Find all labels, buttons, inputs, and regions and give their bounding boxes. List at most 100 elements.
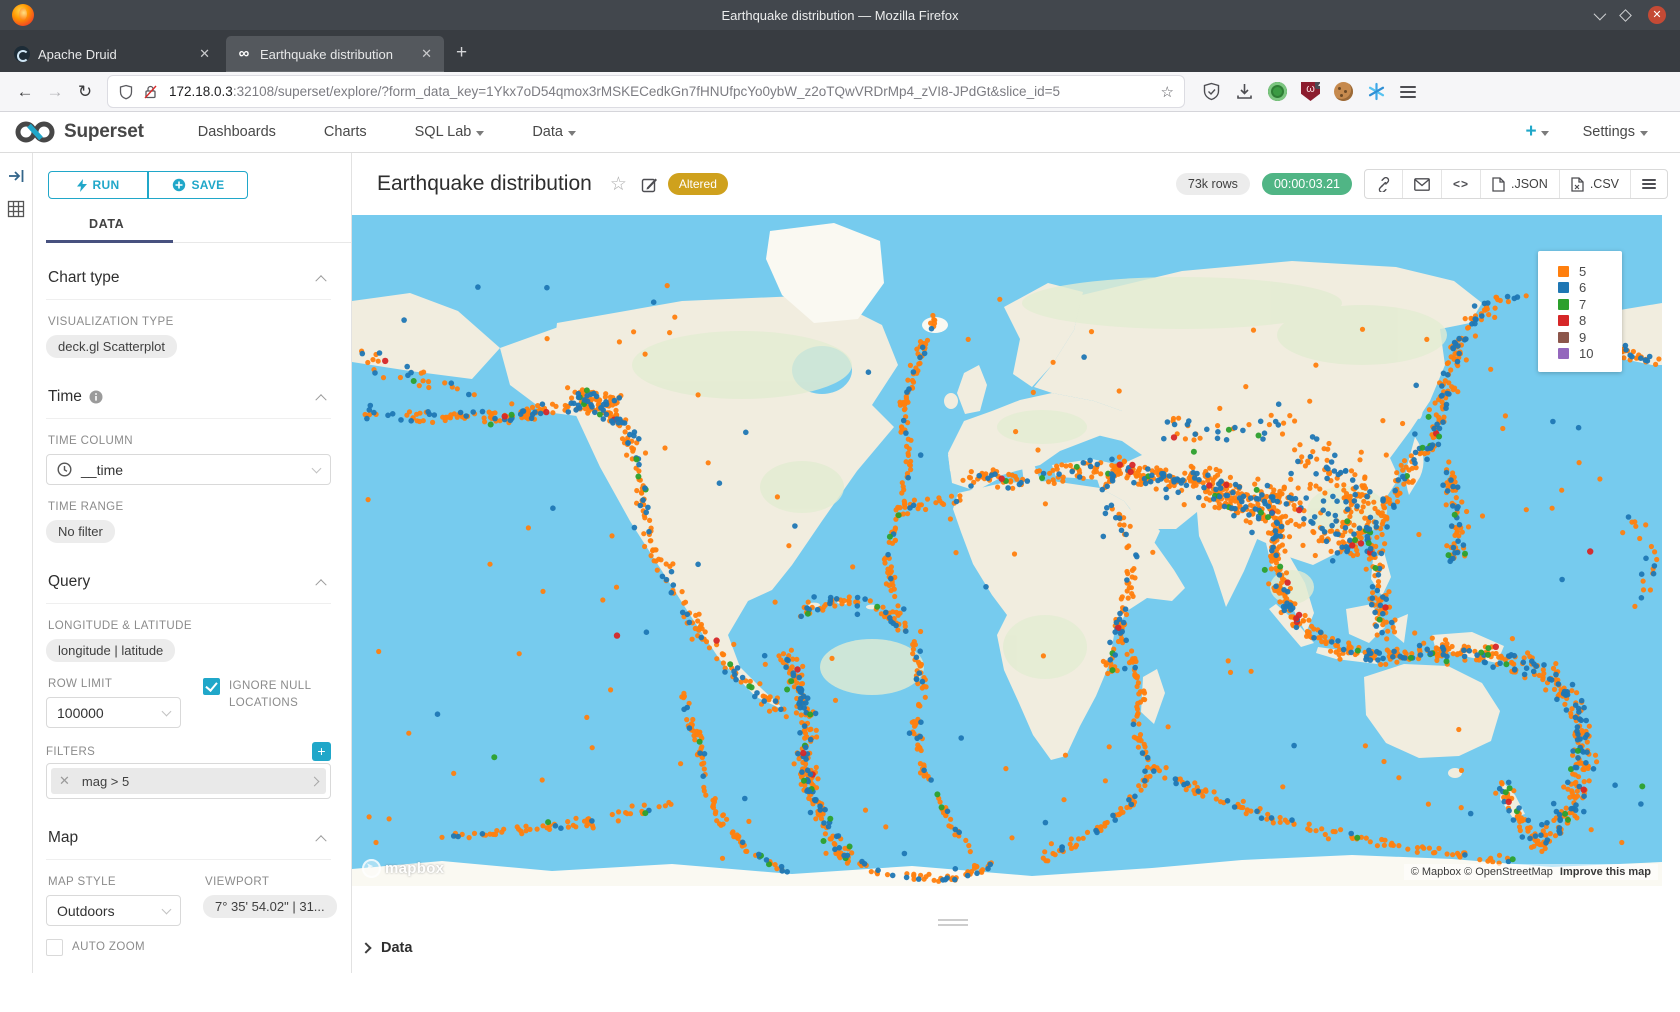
filter-value: mag > 5 — [82, 774, 129, 789]
extension-asterisk-icon[interactable] — [1367, 82, 1386, 101]
legend-color-swatch — [1558, 348, 1569, 359]
download-icon[interactable] — [1235, 82, 1254, 101]
link-icon — [1376, 177, 1391, 192]
tab-close-icon[interactable]: ✕ — [197, 46, 212, 62]
edit-icon[interactable] — [641, 176, 658, 193]
tab-earthquake-distribution[interactable]: ∞ Earthquake distribution ✕ — [226, 36, 444, 72]
time-column-value: __time — [81, 462, 123, 478]
filter-chip[interactable]: ✕ mag > 5 — [51, 768, 326, 794]
add-new-button[interactable]: + — [1525, 121, 1548, 143]
legend-row[interactable]: 7 — [1558, 296, 1614, 313]
map-attribution: © Mapbox © OpenStreetMap Improve this ma… — [1404, 864, 1658, 880]
window-titlebar: Earthquake distribution — Mozilla Firefo… — [0, 0, 1680, 30]
legend-row[interactable]: 6 — [1558, 280, 1614, 297]
legend-row[interactable]: 5 — [1558, 263, 1614, 280]
time-range-value[interactable]: No filter — [46, 520, 115, 543]
privacy-badger-icon[interactable] — [1268, 82, 1287, 101]
reload-button[interactable]: ↻ — [70, 82, 100, 102]
altered-badge[interactable]: Altered — [668, 173, 728, 195]
new-tab-button[interactable]: + — [456, 42, 467, 64]
chevron-down-icon — [162, 904, 172, 914]
tab-data[interactable]: DATA — [46, 211, 331, 237]
window-maximize-icon[interactable] — [1619, 9, 1632, 22]
nav-item-charts[interactable]: Charts — [324, 124, 367, 140]
forward-button[interactable]: → — [40, 82, 70, 102]
legend-color-swatch — [1558, 282, 1569, 293]
nav-item-data[interactable]: Data — [532, 124, 576, 140]
back-button[interactable]: ← — [10, 82, 40, 102]
chevron-down-icon — [1541, 131, 1549, 136]
legend-label: 6 — [1579, 280, 1586, 295]
brand-name: Superset — [64, 121, 144, 143]
save-button[interactable]: SAVE — [148, 171, 248, 199]
superset-logo[interactable]: Superset — [14, 120, 144, 144]
mapbox-logo[interactable]: mapbox — [362, 859, 444, 878]
menu-icon[interactable] — [1400, 91, 1416, 93]
map-style-select[interactable]: Outdoors — [46, 895, 181, 926]
improve-map-link[interactable]: Improve this map — [1560, 866, 1651, 878]
chart-control-panel: RUN SAVE DATA — [33, 153, 352, 973]
superset-infinity-icon — [14, 120, 56, 144]
tab-close-icon[interactable]: ✕ — [419, 46, 434, 62]
export-csv-button[interactable]: .CSV — [1560, 170, 1631, 198]
cookie-extension-icon[interactable] — [1334, 82, 1353, 101]
viz-type-label: VISUALIZATION TYPE — [48, 316, 331, 328]
section-header[interactable]: Time — [46, 382, 331, 419]
window-close-icon[interactable]: ✕ — [1648, 6, 1666, 24]
code-icon: <> — [1453, 177, 1469, 191]
export-json-button[interactable]: .JSON — [1481, 170, 1560, 198]
email-button[interactable] — [1403, 170, 1442, 198]
tab-apache-druid[interactable]: Apache Druid ✕ — [4, 36, 222, 72]
collapse-panel-icon[interactable] — [8, 168, 25, 184]
legend-row[interactable]: 10 — [1558, 346, 1614, 363]
viz-type-value[interactable]: deck.gl Scatterplot — [46, 335, 177, 358]
viewport-value[interactable]: 7° 35' 54.02" | 31... — [203, 895, 337, 918]
ublock-badge: 2 — [1315, 77, 1326, 89]
favorite-star-icon[interactable]: ☆ — [610, 173, 627, 196]
pocket-shield-icon[interactable] — [1202, 82, 1221, 101]
chart-menu-button[interactable] — [1631, 170, 1667, 198]
row-limit-select[interactable]: 100000 — [46, 697, 181, 728]
data-section-toggle[interactable]: Data — [352, 940, 1680, 956]
section-header[interactable]: Query — [46, 567, 331, 604]
remove-filter-icon[interactable]: ✕ — [59, 773, 70, 789]
ignore-null-checkbox[interactable] — [203, 678, 220, 695]
earthquake-scatter-layer — [352, 215, 1662, 886]
url-text[interactable]: 172.18.0.3:32108/superset/explore/?form_… — [169, 84, 1161, 99]
ublock-icon[interactable]: 2 — [1301, 82, 1320, 101]
run-button[interactable]: RUN — [48, 171, 148, 199]
legend-row[interactable]: 8 — [1558, 313, 1614, 330]
clock-icon — [57, 462, 72, 477]
nav-item-sql-lab[interactable]: SQL Lab — [415, 124, 485, 140]
deckgl-map[interactable]: 56 78910 mapbox © Mapbox © OpenStreetMap … — [352, 215, 1662, 886]
add-filter-button[interactable]: + — [312, 742, 331, 761]
nav-item-dashboards[interactable]: Dashboards — [198, 124, 276, 140]
embed-code-button[interactable]: <> — [1442, 170, 1481, 198]
legend-row[interactable]: 9 — [1558, 329, 1614, 346]
lonlat-value[interactable]: longitude | latitude — [46, 639, 175, 662]
time-column-label: TIME COLUMN — [48, 435, 331, 447]
section-header[interactable]: Map — [46, 823, 331, 860]
bookmark-star-icon[interactable]: ☆ — [1161, 83, 1174, 101]
settings-menu[interactable]: Settings — [1583, 124, 1648, 140]
chevron-down-icon — [312, 463, 322, 473]
chart-title: Earthquake distribution — [377, 172, 592, 196]
dataset-grid-icon[interactable] — [7, 200, 25, 218]
insecure-lock-icon[interactable] — [143, 84, 158, 100]
legend-label: 7 — [1579, 297, 1586, 312]
superset-favicon: ∞ — [236, 46, 252, 62]
share-link-button[interactable] — [1365, 170, 1403, 198]
legend-label: 5 — [1579, 264, 1586, 279]
address-bar[interactable]: 172.18.0.3:32108/superset/explore/?form_… — [108, 76, 1184, 107]
time-column-select[interactable]: __time — [46, 454, 331, 485]
chevron-down-icon — [568, 131, 576, 136]
tracking-shield-icon[interactable] — [118, 84, 134, 100]
envelope-icon — [1414, 178, 1430, 191]
resize-handle[interactable] — [938, 919, 968, 926]
auto-zoom-checkbox[interactable] — [46, 939, 63, 956]
section-header[interactable]: Chart type — [46, 263, 331, 300]
window-minimize-icon[interactable] — [1594, 7, 1607, 20]
chevron-down-icon — [476, 131, 484, 136]
legend-label: 9 — [1579, 330, 1586, 345]
tab-label: Earthquake distribution — [260, 47, 413, 62]
